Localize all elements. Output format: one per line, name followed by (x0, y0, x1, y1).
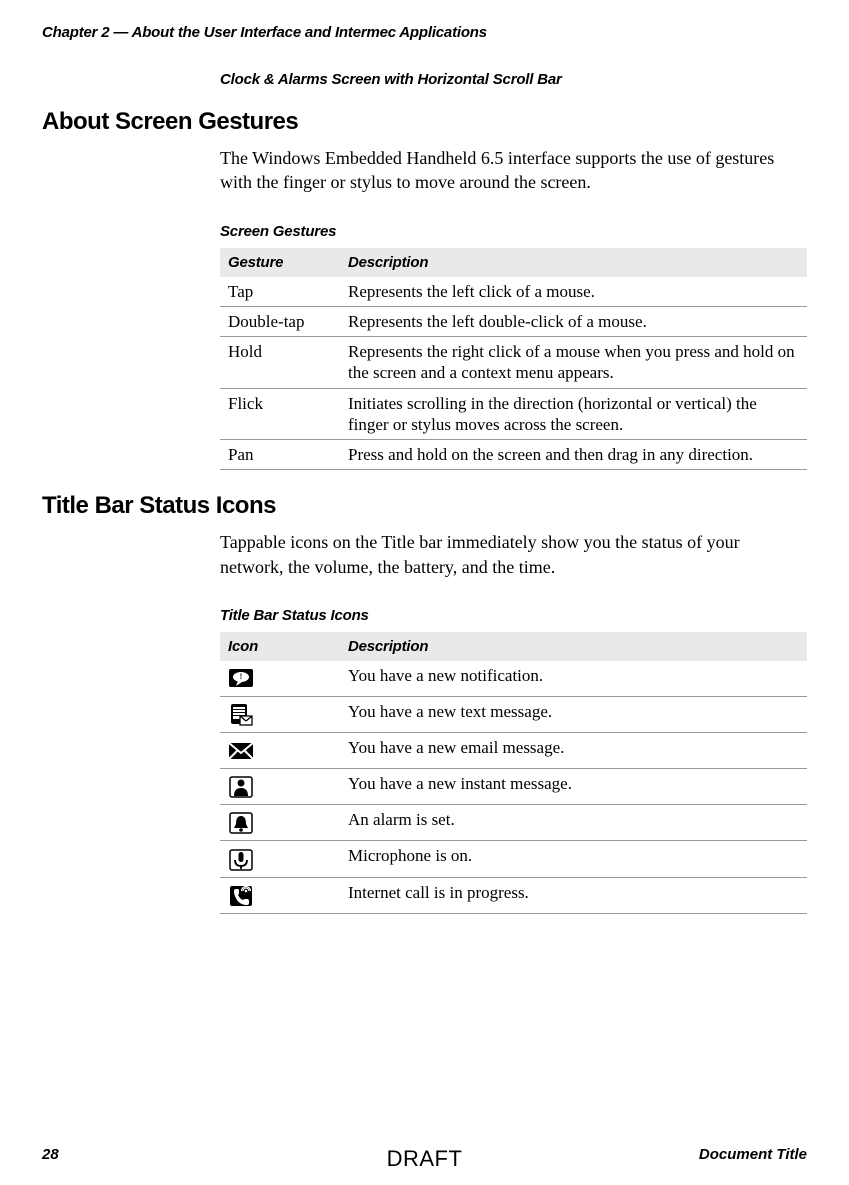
section-body-icons: Tappable icons on the Title bar immediat… (220, 530, 807, 579)
table-row: Hold Represents the right click of a mou… (220, 337, 807, 389)
icon-desc: You have a new instant message. (340, 769, 807, 805)
table-row: Pan Press and hold on the screen and the… (220, 440, 807, 470)
icon-cell (220, 769, 340, 805)
instant-message-icon (228, 776, 254, 798)
icon-cell (220, 697, 340, 733)
icon-cell (220, 805, 340, 841)
table-row: Double-tap Represents the left double-cl… (220, 306, 807, 336)
gesture-name: Hold (220, 337, 340, 389)
icon-desc: You have a new notification. (340, 661, 807, 697)
draft-watermark: DRAFT (387, 1146, 463, 1172)
gestures-header-col2: Description (340, 248, 807, 277)
gestures-header-col1: Gesture (220, 248, 340, 277)
table-row: An alarm is set. (220, 805, 807, 841)
table-row: You have a new text message. (220, 697, 807, 733)
icon-cell: ! (220, 661, 340, 697)
alarm-icon (228, 812, 254, 834)
table-row: ! You have a new notification. (220, 661, 807, 697)
gesture-name: Tap (220, 277, 340, 307)
gesture-desc: Represents the left double-click of a mo… (340, 306, 807, 336)
table-row: You have a new instant message. (220, 769, 807, 805)
notification-icon: ! (228, 668, 254, 690)
internet-call-icon (228, 885, 254, 907)
svg-text:!: ! (240, 672, 243, 681)
section-title-icons: Title Bar Status Icons (42, 492, 807, 520)
table-row: Flick Initiates scrolling in the directi… (220, 388, 807, 440)
icon-cell (220, 733, 340, 769)
table-caption-gestures: Screen Gestures (220, 223, 807, 240)
gesture-desc: Initiates scrolling in the direction (ho… (340, 388, 807, 440)
gesture-desc: Press and hold on the screen and then dr… (340, 440, 807, 470)
gesture-desc: Represents the right click of a mouse wh… (340, 337, 807, 389)
section-body-gestures: The Windows Embedded Handheld 6.5 interf… (220, 146, 807, 195)
table-row: Tap Represents the left click of a mouse… (220, 277, 807, 307)
table-row: You have a new email message. (220, 733, 807, 769)
icon-desc: You have a new text message. (340, 697, 807, 733)
figure-caption: Clock & Alarms Screen with Horizontal Sc… (220, 71, 807, 88)
icon-desc: An alarm is set. (340, 805, 807, 841)
gestures-table: Gesture Description Tap Represents the l… (220, 248, 807, 471)
chapter-header: Chapter 2 — About the User Interface and… (42, 24, 807, 41)
gesture-name: Flick (220, 388, 340, 440)
icon-cell (220, 841, 340, 877)
text-message-icon (228, 704, 254, 726)
icons-header-col2: Description (340, 632, 807, 661)
icon-desc: Internet call is in progress. (340, 877, 807, 913)
table-caption-icons: Title Bar Status Icons (220, 607, 807, 624)
table-row: Microphone is on. (220, 841, 807, 877)
icons-header-col1: Icon (220, 632, 340, 661)
icon-desc: Microphone is on. (340, 841, 807, 877)
gesture-desc: Represents the left click of a mouse. (340, 277, 807, 307)
page-number: 28 (42, 1146, 59, 1163)
email-icon (228, 740, 254, 762)
gesture-name: Pan (220, 440, 340, 470)
section-title-gestures: About Screen Gestures (42, 108, 807, 136)
gesture-name: Double-tap (220, 306, 340, 336)
icon-cell (220, 877, 340, 913)
icons-table: Icon Description ! You have a new n (220, 632, 807, 914)
microphone-icon (228, 849, 254, 871)
document-title-footer: Document Title (699, 1146, 807, 1163)
icon-desc: You have a new email message. (340, 733, 807, 769)
table-row: Internet call is in progress. (220, 877, 807, 913)
